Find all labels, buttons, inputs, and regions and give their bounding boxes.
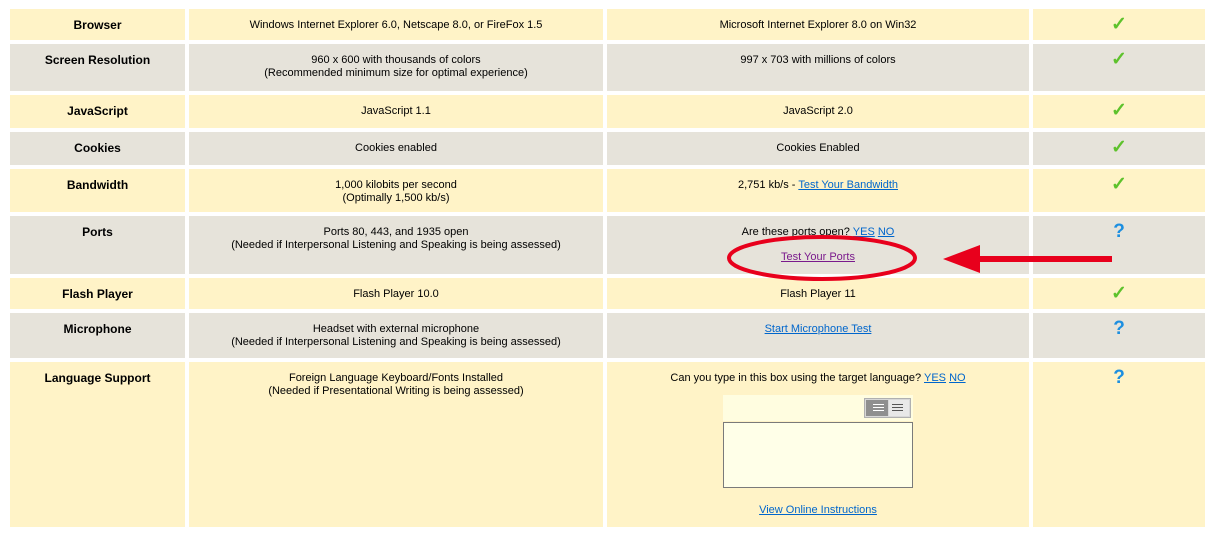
test-bandwidth-link[interactable]: Test Your Bandwidth [798, 179, 898, 191]
row-label: JavaScript [10, 95, 185, 128]
your-system-cell: JavaScript 2.0 [607, 95, 1029, 128]
status-cell: ✓ [1033, 44, 1205, 91]
row-label: Language Support [10, 362, 185, 527]
requirement-cell: Foreign Language Keyboard/Fonts Installe… [189, 362, 603, 527]
status-cell: ✓ [1033, 278, 1205, 309]
test-ports-link[interactable]: Test Your Ports [607, 251, 1029, 264]
requirement-cell: JavaScript 1.1 [189, 95, 603, 128]
ports-no-link[interactable]: NO [878, 226, 895, 238]
status-cell: ? [1033, 362, 1205, 527]
requirement-cell: Headset with external microphone (Needed … [189, 313, 603, 358]
table-row: Bandwidth 1,000 kilobits per second (Opti… [10, 169, 1205, 212]
table-row: JavaScript JavaScript 1.1 JavaScript 2.0… [10, 95, 1205, 128]
system-requirements-table: Browser Windows Internet Explorer 6.0, N… [6, 5, 1209, 531]
ltr-direction-icon[interactable] [866, 400, 888, 416]
status-cell: ? [1033, 216, 1205, 274]
row-label: Cookies [10, 132, 185, 165]
requirement-cell: Flash Player 10.0 [189, 278, 603, 309]
rtl-direction-icon[interactable] [889, 400, 909, 416]
your-system-cell: Flash Player 11 [607, 278, 1029, 309]
check-icon: ✓ [1111, 49, 1127, 70]
table-row: Browser Windows Internet Explorer 6.0, N… [10, 9, 1205, 40]
question-icon: ? [1113, 318, 1125, 339]
row-label: Browser [10, 9, 185, 40]
table-row: Microphone Headset with external microph… [10, 313, 1205, 358]
table-row: Cookies Cookies enabled Cookies Enabled … [10, 132, 1205, 165]
row-label: Ports [10, 216, 185, 274]
requirement-cell: 1,000 kilobits per second (Optimally 1,50… [189, 169, 603, 212]
status-cell: ✓ [1033, 132, 1205, 165]
check-icon: ✓ [1111, 100, 1127, 121]
requirement-cell: 960 x 600 with thousands of colors (Recom… [189, 44, 603, 91]
question-icon: ? [1113, 367, 1125, 388]
row-label: Screen Resolution [10, 44, 185, 91]
table-row: Language Support Foreign Language Keyboa… [10, 362, 1205, 527]
start-microphone-test-link[interactable]: Start Microphone Test [765, 323, 872, 335]
status-cell: ? [1033, 313, 1205, 358]
status-cell: ✓ [1033, 9, 1205, 40]
ports-yes-link[interactable]: YES [853, 226, 875, 238]
check-icon: ✓ [1111, 174, 1127, 195]
table-row: Ports Ports 80, 443, and 1935 open (Neede… [10, 216, 1205, 274]
view-online-instructions-link[interactable]: View Online Instructions [607, 504, 1029, 517]
your-system-cell: Microsoft Internet Explorer 8.0 on Win32 [607, 9, 1029, 40]
status-cell: ✓ [1033, 169, 1205, 212]
row-label: Microphone [10, 313, 185, 358]
language-textarea[interactable] [723, 422, 913, 488]
check-icon: ✓ [1111, 14, 1127, 35]
language-yes-link[interactable]: YES [924, 372, 946, 384]
text-direction-toolbar [723, 395, 913, 421]
requirement-cell: Windows Internet Explorer 6.0, Netscape … [189, 9, 603, 40]
your-system-cell: 997 x 703 with millions of colors [607, 44, 1029, 91]
table-row: Flash Player Flash Player 10.0 Flash Pla… [10, 278, 1205, 309]
row-label: Bandwidth [10, 169, 185, 212]
status-cell: ✓ [1033, 95, 1205, 128]
check-icon: ✓ [1111, 137, 1127, 158]
row-label: Flash Player [10, 278, 185, 309]
your-system-cell: Cookies Enabled [607, 132, 1029, 165]
your-system-cell: 2,751 kb/s - Test Your Bandwidth [607, 169, 1029, 212]
your-system-cell: Start Microphone Test [607, 313, 1029, 358]
requirement-cell: Ports 80, 443, and 1935 open (Needed if I… [189, 216, 603, 274]
requirement-cell: Cookies enabled [189, 132, 603, 165]
language-input-box [723, 395, 913, 488]
table-row: Screen Resolution 960 x 600 with thousan… [10, 44, 1205, 91]
question-icon: ? [1113, 221, 1125, 242]
your-system-cell: Are these ports open? YES NO Test Your P… [607, 216, 1029, 274]
check-icon: ✓ [1111, 283, 1127, 304]
language-no-link[interactable]: NO [949, 372, 966, 384]
your-system-cell: Can you type in this box using the targe… [607, 362, 1029, 527]
